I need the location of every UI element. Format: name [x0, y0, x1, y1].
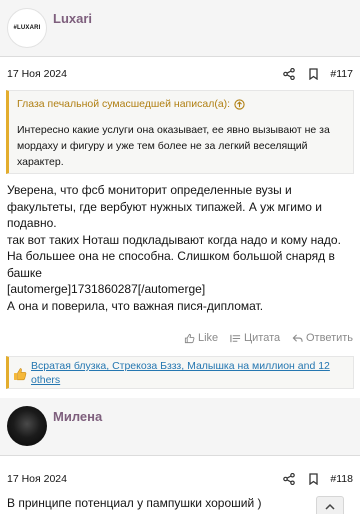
post-date[interactable]: 17 Ноя 2024 [7, 473, 67, 485]
username[interactable]: Милена [53, 409, 102, 424]
chevron-up-icon [325, 503, 335, 510]
reply-icon [292, 333, 303, 342]
like-icon [184, 333, 195, 343]
post-meta-bar: 17 Ноя 2024 #118 [0, 467, 360, 491]
post-actions: Like Цитата Ответить [0, 332, 360, 348]
post-body: В принципе потенциал у пампушки хороший … [7, 496, 262, 510]
arrow-up-circle-icon[interactable] [234, 98, 245, 110]
username[interactable]: Luxari [53, 11, 92, 26]
share-icon[interactable] [283, 473, 295, 485]
bookmark-icon[interactable] [309, 473, 318, 485]
post-meta-bar: 17 Ноя 2024 #117 [0, 62, 360, 86]
quote-block: Глаза печальной сумасшедшей написал(а): … [6, 90, 354, 174]
post-number[interactable]: #117 [330, 68, 353, 80]
post-author-header: Милена [0, 398, 360, 456]
post-body: Уверена, что фсб мониторит определенные … [7, 183, 341, 313]
quote-button[interactable]: Цитата [230, 332, 280, 344]
post-author-header: #LUXARI Luxari [0, 0, 360, 57]
avatar[interactable]: #LUXARI [7, 8, 47, 48]
quote-label: Цитата [244, 332, 281, 344]
like-button[interactable]: Like [184, 332, 218, 344]
scroll-to-top-button[interactable] [316, 496, 344, 514]
reply-button[interactable]: Ответить [292, 332, 353, 344]
quote-header[interactable]: Глаза печальной сумасшедшей написал(а): [17, 98, 245, 110]
reply-label: Ответить [306, 332, 354, 344]
quote-icon [230, 334, 241, 342]
avatar-label: #LUXARI [13, 25, 41, 31]
quote-text: Интересно какие услуги она оказывает, ее… [17, 124, 330, 168]
avatar[interactable] [7, 406, 47, 446]
like-label: Like [198, 332, 219, 344]
thumbs-up-icon [14, 368, 27, 381]
post-number[interactable]: #118 [330, 473, 353, 485]
reactions-list[interactable]: Всратая блузка, Стрекоза Бззз, Малышка н… [31, 360, 349, 387]
bookmark-icon[interactable] [309, 68, 318, 80]
reactions-bar: Всратая блузка, Стрекоза Бззз, Малышка н… [6, 356, 354, 389]
quote-author[interactable]: Глаза печальной сумасшедшей написал(а): [17, 98, 230, 110]
share-icon[interactable] [283, 68, 295, 80]
post-date[interactable]: 17 Ноя 2024 [7, 68, 67, 80]
